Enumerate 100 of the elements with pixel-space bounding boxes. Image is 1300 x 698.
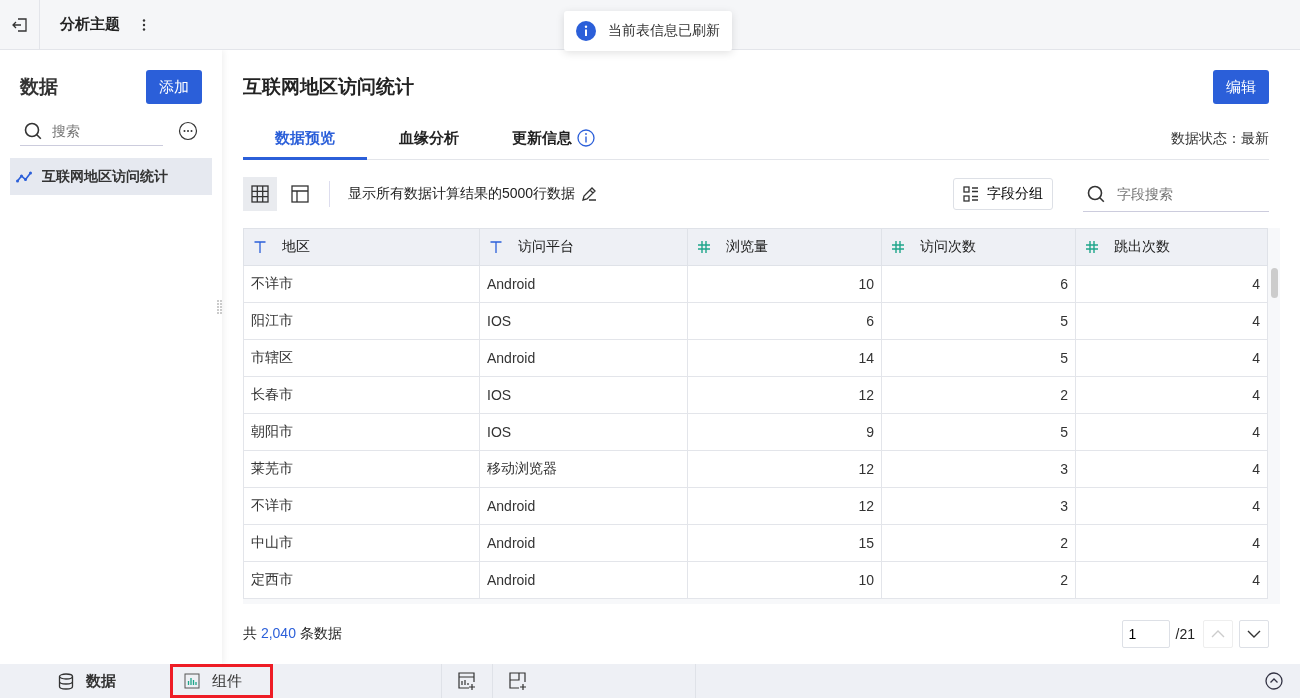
tab[interactable]: 更新信息 [491, 119, 615, 160]
search-icon [1087, 185, 1105, 203]
column-header[interactable]: 访问次数 [881, 228, 1076, 266]
table-cell: 9 [687, 413, 882, 451]
search-field[interactable]: 搜索 [20, 116, 163, 146]
table-cell: IOS [479, 302, 688, 340]
resize-handle-icon[interactable] [217, 300, 222, 314]
text-type-icon [254, 241, 266, 253]
info-icon [576, 21, 596, 41]
bar-chart-icon [184, 673, 200, 689]
table-cell: 4 [1075, 524, 1268, 562]
table-cell: IOS [479, 413, 688, 451]
table-cell: 定西市 [243, 561, 480, 599]
grid-view-button[interactable] [243, 177, 277, 211]
dataset-label: 互联网地区访问统计 [42, 167, 168, 186]
down-chevron-icon [1247, 630, 1261, 638]
table-cell: 不详市 [243, 265, 480, 303]
table-cell: 4 [1075, 376, 1268, 414]
text-type-icon [490, 241, 502, 253]
description: 显示所有数据计算结果的5000行数据 [348, 185, 576, 203]
table-cell: Android [479, 265, 688, 303]
table-cell: 6 [881, 265, 1076, 303]
column-label: 访问平台 [518, 238, 574, 256]
number-type-icon [892, 241, 904, 253]
collapse-icon[interactable] [1265, 672, 1283, 690]
table-cell: 4 [1075, 450, 1268, 488]
table-cell: 2 [881, 561, 1076, 599]
add-button[interactable]: 添加 [146, 70, 202, 104]
page-total: /21 [1175, 626, 1195, 642]
sidebar-title: 数据 [20, 75, 58, 99]
up-chevron-icon [1211, 630, 1225, 638]
table-cell: 中山市 [243, 524, 480, 562]
bottom-tab[interactable]: 数据 [44, 664, 170, 698]
field-group-button[interactable]: 字段分组 [953, 178, 1053, 210]
table-cell: 5 [881, 413, 1076, 451]
table-cell: 4 [1075, 413, 1268, 451]
table-cell: 4 [1075, 339, 1268, 377]
edit-button[interactable]: 编辑 [1213, 70, 1269, 104]
line-chart-icon [16, 170, 32, 183]
table-cell: Android [479, 487, 688, 525]
dataset-item[interactable]: 互联网地区访问统计 [10, 158, 212, 195]
column-header[interactable]: 地区 [243, 228, 480, 266]
column-header[interactable]: 浏览量 [687, 228, 882, 266]
table-cell: 4 [1075, 302, 1268, 340]
number-type-icon [1086, 241, 1098, 253]
tab[interactable]: 血缘分析 [367, 119, 491, 160]
layout-icon [291, 185, 309, 203]
table-cell: 4 [1075, 561, 1268, 599]
table-cell: 莱芜市 [243, 450, 480, 488]
table-cell: 6 [687, 302, 882, 340]
number-type-icon [698, 241, 710, 253]
more-icon[interactable] [142, 18, 146, 31]
table-cell: 4 [1075, 487, 1268, 525]
table-cell: Android [479, 561, 688, 599]
table-cell: 移动浏览器 [479, 450, 688, 488]
table-cell: 5 [881, 339, 1076, 377]
grid-icon [251, 185, 269, 203]
table-cell: Android [479, 524, 688, 562]
topic-title: 分析主题 [60, 15, 120, 34]
table-cell: 4 [1075, 265, 1268, 303]
column-header[interactable]: 跳出次数 [1075, 228, 1268, 266]
table-cell: 朝阳市 [243, 413, 480, 451]
edit-icon[interactable] [581, 186, 598, 202]
table-cell: 2 [881, 376, 1076, 414]
table-cell: 长春市 [243, 376, 480, 414]
table-cell: 15 [687, 524, 882, 562]
list-icon [963, 186, 979, 202]
table-cell: 14 [687, 339, 882, 377]
table-cell: 10 [687, 265, 882, 303]
column-header[interactable]: 访问平台 [479, 228, 688, 266]
table-cell: 12 [687, 376, 882, 414]
scrollbar[interactable] [1271, 268, 1278, 298]
search-icon [24, 122, 42, 140]
column-label: 浏览量 [726, 238, 768, 256]
table-cell: 12 [687, 450, 882, 488]
table-cell: 10 [687, 561, 882, 599]
table-cell: 不详市 [243, 487, 480, 525]
more-icon[interactable] [178, 121, 198, 141]
toast-message: 当前表信息已刷新 [608, 22, 720, 40]
tab[interactable]: 数据预览 [243, 119, 367, 160]
total-count: 共 2,040 条数据 [243, 625, 342, 643]
add-component-icon[interactable] [509, 672, 527, 690]
column-label: 地区 [282, 238, 310, 256]
database-icon [58, 672, 74, 690]
table-cell: 12 [687, 487, 882, 525]
page-input[interactable]: 1 [1121, 620, 1170, 648]
data-status: 数据状态：最新 [1171, 130, 1269, 148]
table-cell: 2 [881, 524, 1076, 562]
exit-icon [11, 16, 28, 33]
next-page-button[interactable] [1239, 620, 1269, 648]
table-cell: 市辖区 [243, 339, 480, 377]
table-cell: 3 [881, 450, 1076, 488]
table-cell: IOS [479, 376, 688, 414]
table-cell: 阳江市 [243, 302, 480, 340]
table-cell: 5 [881, 302, 1076, 340]
column-label: 访问次数 [920, 238, 976, 256]
add-chart-icon[interactable] [458, 672, 476, 690]
field-search[interactable]: 字段搜索 [1083, 176, 1269, 212]
column-label: 跳出次数 [1114, 238, 1170, 256]
bottom-tab[interactable]: 组件 [170, 664, 273, 698]
